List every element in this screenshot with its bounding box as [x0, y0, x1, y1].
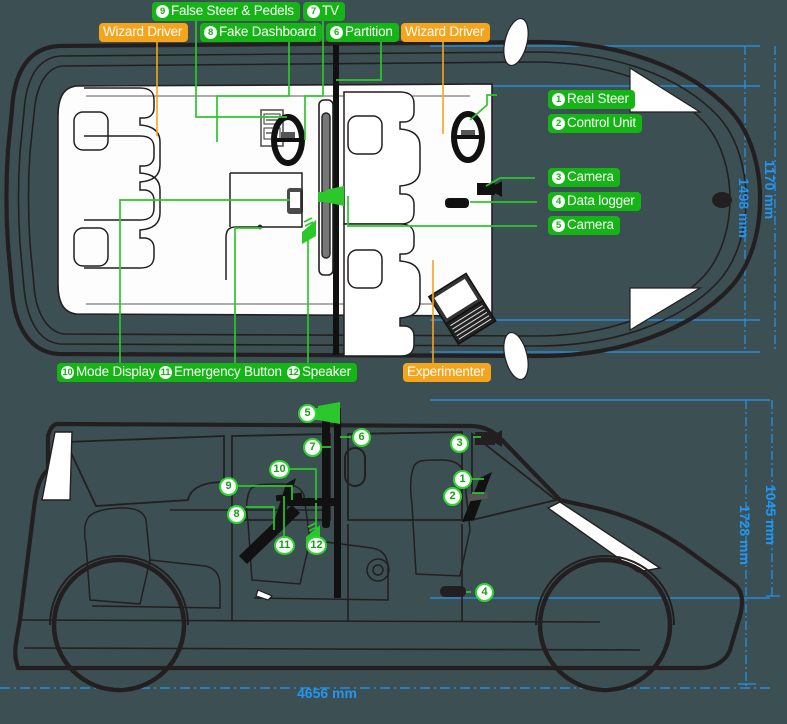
label-text: TV [322, 3, 339, 18]
label-tv[interactable]: 7 TV [303, 2, 345, 21]
badge-number: 5 [552, 218, 565, 232]
badge-number: 3 [552, 170, 565, 184]
badge-number: 1 [552, 92, 565, 106]
label-text: Experimenter [407, 364, 485, 379]
label-experimenter[interactable]: Experimenter [403, 363, 491, 382]
callout-10[interactable]: 10 [269, 460, 290, 479]
label-mode-display[interactable]: 10 Mode Display [57, 363, 162, 382]
car-body-outline-side [13, 421, 745, 671]
label-text: False Steer & Pedels [171, 3, 294, 18]
label-emergency-button[interactable]: 11 Emergency Button [155, 363, 288, 382]
side-wheels [51, 557, 673, 693]
callout-3[interactable]: 3 [450, 434, 469, 453]
badge-number: 10 [61, 365, 74, 379]
label-text: Real Steer [567, 91, 629, 106]
side-door-lines [19, 509, 641, 651]
label-camera-5[interactable]: 5 Camera [548, 216, 620, 235]
label-camera-3[interactable]: 3 Camera [548, 168, 620, 187]
dimension-top-inner-width: 1170 mm [762, 160, 778, 220]
badge-number: 12 [287, 365, 300, 379]
data-logger-icon-side [440, 586, 466, 597]
badge-number: 11 [159, 365, 172, 379]
dimension-side-outer-height: 1728 mm [737, 505, 753, 565]
badge-number: 2 [552, 116, 565, 130]
badge-number: 4 [552, 194, 565, 208]
label-text: Emergency Button [174, 364, 282, 379]
label-real-steer[interactable]: 1 Real Steer [548, 90, 635, 109]
callout-5[interactable]: 5 [298, 404, 317, 423]
side-view-drawing [0, 399, 780, 693]
badge-number: 8 [204, 25, 217, 39]
label-wizard-driver-left[interactable]: Wizard Driver [99, 23, 189, 42]
label-text: Fake Dashboard [219, 24, 317, 39]
label-data-logger[interactable]: 4 Data logger [548, 192, 641, 211]
callout-1[interactable]: 1 [453, 470, 472, 489]
label-text: Data logger [567, 193, 635, 208]
label-text: Speaker [302, 364, 351, 379]
camera3-icon-side [475, 430, 502, 447]
diagram-canvas: Wizard Driver 9 False Steer & Pedels 7 T… [0, 0, 787, 724]
label-speaker[interactable]: 12 Speaker [283, 363, 357, 382]
label-false-steer-pedels[interactable]: 9 False Steer & Pedels [152, 2, 300, 21]
label-fake-dashboard[interactable]: 8 Fake Dashboard [200, 23, 323, 42]
label-text: Camera [567, 169, 614, 184]
label-wizard-driver-right[interactable]: Wizard Driver [401, 23, 491, 42]
badge-number: 6 [330, 25, 343, 39]
badge-number: 9 [156, 4, 169, 18]
dimension-length: 4656 mm [297, 685, 357, 701]
callout-7[interactable]: 7 [303, 438, 322, 457]
callout-9[interactable]: 9 [219, 477, 238, 496]
callout-8[interactable]: 8 [227, 505, 246, 524]
dimension-side-inner-height: 1045 mm [763, 485, 779, 545]
callout-6[interactable]: 6 [352, 428, 371, 447]
label-text: Control Unit [567, 115, 636, 130]
label-control-unit[interactable]: 2 Control Unit [548, 114, 642, 133]
label-partition[interactable]: 6 Partition [326, 23, 399, 42]
callout-11[interactable]: 11 [274, 536, 295, 555]
dimension-top-outer-width: 1498 mm [736, 178, 752, 238]
badge-number: 7 [307, 4, 320, 18]
label-text: Mode Display [76, 364, 156, 379]
tv-panel-side [322, 418, 330, 528]
callout-12[interactable]: 12 [306, 536, 327, 555]
label-text: Camera [567, 217, 614, 232]
callout-2[interactable]: 2 [443, 487, 462, 506]
label-text: Wizard Driver [103, 24, 183, 39]
label-text: Wizard Driver [405, 24, 485, 39]
callout-4[interactable]: 4 [475, 583, 494, 602]
label-text: Partition [345, 24, 393, 39]
